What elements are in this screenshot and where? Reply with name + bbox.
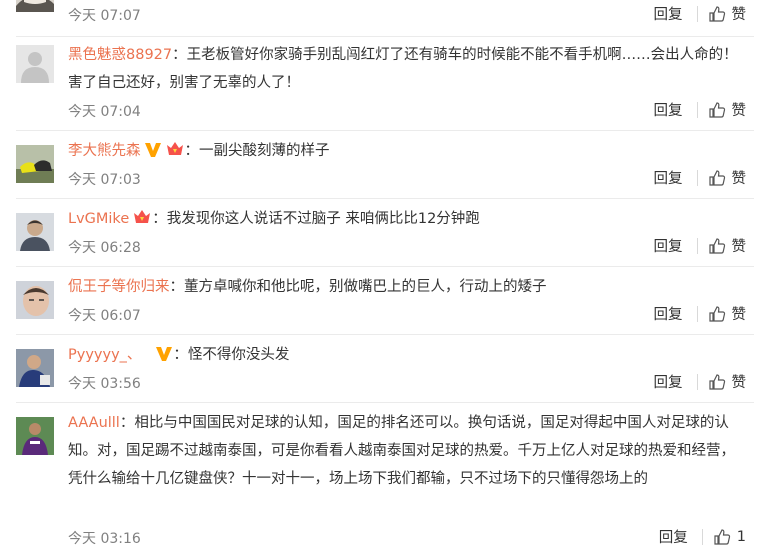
reply-button[interactable]: 回复 xyxy=(659,526,688,547)
comment-item: Pyyyyy_、 ：怪不得你没头发 今天 03:56 回复 赞 xyxy=(0,335,770,403)
comment-text: ：一副尖酸刻薄的样子 xyxy=(184,143,330,159)
action-divider xyxy=(696,237,698,254)
comment-item: 今天 07:07 回复 赞 xyxy=(0,0,770,37)
action-divider xyxy=(696,373,698,390)
thumbs-up-icon xyxy=(708,373,725,390)
thumbs-up-icon xyxy=(714,528,730,545)
thumbs-up-icon xyxy=(708,237,725,254)
like-label: 赞 xyxy=(731,239,747,255)
avatar[interactable] xyxy=(16,45,54,83)
comment-username[interactable]: 李大熊先森 xyxy=(68,143,141,159)
like-button[interactable]: 赞 xyxy=(708,235,747,256)
thumbs-up-icon xyxy=(708,101,725,118)
thumbs-up-icon xyxy=(708,305,725,322)
vip-crown-icon[interactable] xyxy=(165,140,185,168)
comment-item: AAAulll：相比与中国国民对足球的认知，国足的排名还可以。换句话说，国足对得… xyxy=(0,403,770,558)
comment-time: 今天 07:03 xyxy=(68,172,141,188)
avatar[interactable] xyxy=(16,281,54,319)
avatar[interactable] xyxy=(16,349,54,387)
like-count: 1 xyxy=(736,528,746,545)
reply-button[interactable]: 回复 xyxy=(654,167,683,188)
comment-item: 黑色魅惑88927：王老板管好你家骑手别乱闯红灯了还有骑车的时候能不能不看手机啊… xyxy=(0,37,770,131)
action-divider xyxy=(696,305,698,322)
like-label: 赞 xyxy=(731,103,747,119)
like-button[interactable]: 1 xyxy=(713,528,746,546)
reply-button[interactable]: 回复 xyxy=(654,3,683,24)
thumbs-up-icon xyxy=(708,169,725,186)
comment-text: ：董方卓喊你和他比呢，别做嘴巴上的巨人，行动上的矮子 xyxy=(169,279,547,295)
comment-username[interactable]: 侃王子等你归来 xyxy=(68,279,170,295)
comment-time: 今天 03:16 xyxy=(68,531,141,547)
avatar[interactable] xyxy=(16,0,54,12)
comment-time: 今天 03:56 xyxy=(68,376,141,392)
like-button[interactable]: 赞 xyxy=(708,167,747,188)
like-label: 赞 xyxy=(731,375,747,391)
comment-time: 今天 07:04 xyxy=(68,104,141,120)
comment-username[interactable]: LvGMike xyxy=(68,211,129,227)
avatar[interactable] xyxy=(16,145,54,183)
reply-button[interactable]: 回复 xyxy=(654,303,683,324)
verified-v-icon xyxy=(144,140,162,168)
like-button[interactable]: 赞 xyxy=(708,3,747,24)
action-divider xyxy=(696,5,698,22)
vip-crown-icon[interactable] xyxy=(132,208,152,236)
like-label: 赞 xyxy=(731,171,747,187)
like-label: 赞 xyxy=(731,7,747,23)
comment-text: ：我发现你这人说话不过脑子 来咱俩比比12分钟跑 xyxy=(152,211,480,227)
like-button[interactable]: 赞 xyxy=(708,371,747,392)
action-divider xyxy=(696,101,698,118)
comment-item: LvGMike ：我发现你这人说话不过脑子 来咱俩比比12分钟跑 今天 06:28… xyxy=(0,199,770,267)
comment-time: 今天 06:07 xyxy=(68,308,141,324)
reply-button[interactable]: 回复 xyxy=(654,99,683,120)
comment-username[interactable]: AAAulll xyxy=(68,415,120,431)
comment-item: 李大熊先森 ：一副尖酸刻薄的样子 今天 07:03 回复 赞 xyxy=(0,131,770,199)
comment-time: 今天 07:07 xyxy=(68,8,141,24)
reply-button[interactable]: 回复 xyxy=(654,371,683,392)
avatar[interactable] xyxy=(16,213,54,251)
comment-text: ：相比与中国国民对足球的认知，国足的排名还可以。换句话说，国足对得起中国人对足球… xyxy=(68,415,735,487)
comment-username[interactable]: Pyyyyy_、 xyxy=(68,347,141,363)
thumbs-up-icon xyxy=(708,5,725,22)
avatar[interactable] xyxy=(16,417,54,455)
like-button[interactable]: 赞 xyxy=(708,99,747,120)
comment-time: 今天 06:28 xyxy=(68,240,141,256)
like-label: 赞 xyxy=(731,307,747,323)
verified-v-icon xyxy=(155,344,173,372)
action-divider xyxy=(701,528,703,545)
comment-text: ：怪不得你没头发 xyxy=(173,347,290,363)
like-button[interactable]: 赞 xyxy=(708,303,747,324)
reply-button[interactable]: 回复 xyxy=(654,235,683,256)
comment-item: 侃王子等你归来：董方卓喊你和他比呢，别做嘴巴上的巨人，行动上的矮子 今天 06:… xyxy=(0,267,770,335)
action-divider xyxy=(696,169,698,186)
comment-username[interactable]: 黑色魅惑88927 xyxy=(68,47,172,63)
